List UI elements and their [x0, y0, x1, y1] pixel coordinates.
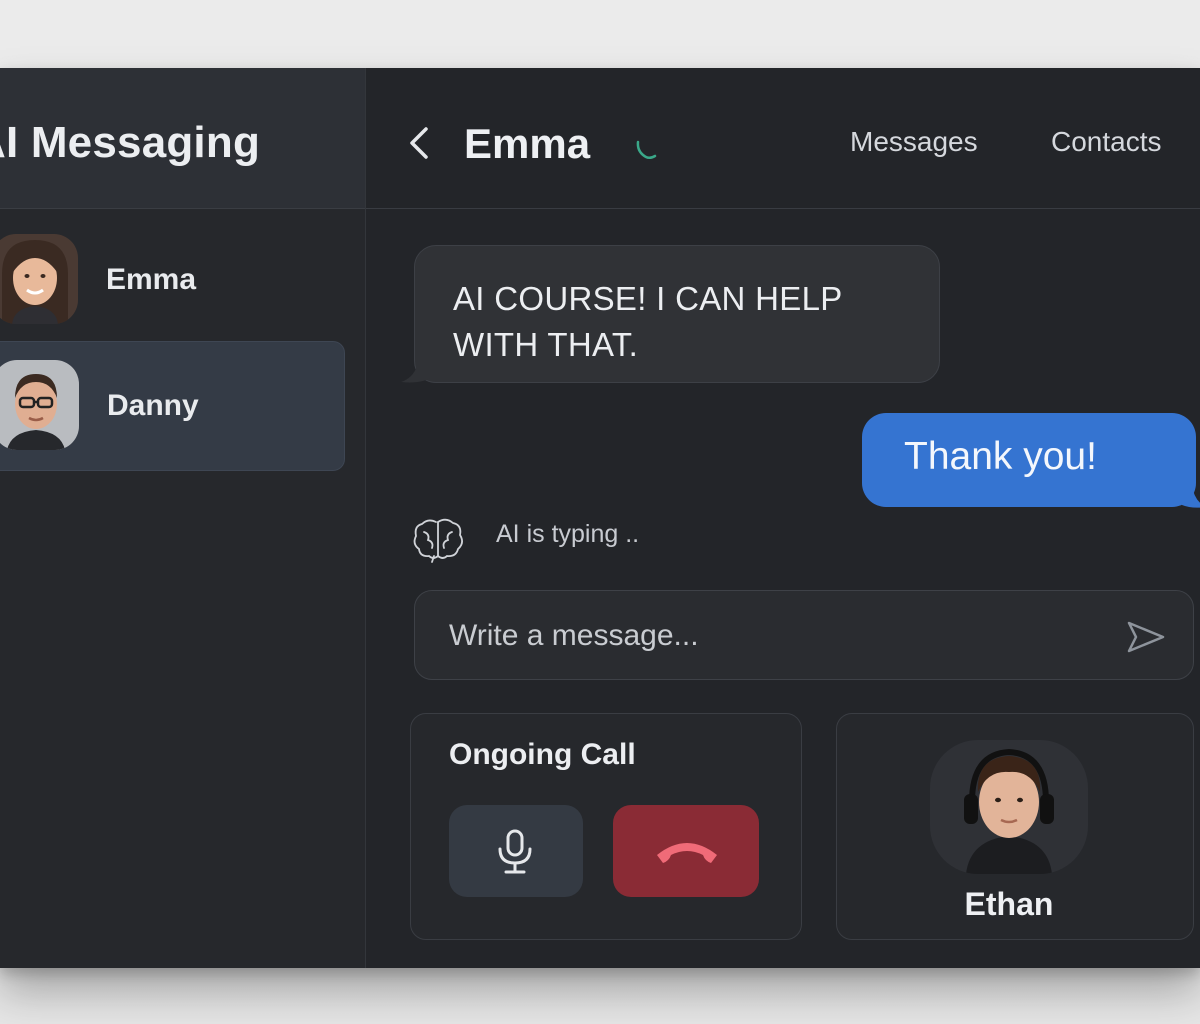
chat-panel: Emma Messages Contacts AI COURSE! I CAN … [366, 68, 1200, 968]
tab-contacts[interactable]: Contacts [1051, 126, 1162, 158]
avatar [930, 740, 1088, 874]
app-title: AI Messaging [0, 118, 261, 167]
sidebar-contact-danny[interactable]: Danny [0, 341, 345, 471]
phone-icon [636, 140, 657, 160]
sidebar: AI Messaging Emma Danny [0, 68, 366, 968]
call-participant-card: Ethan [836, 713, 1194, 940]
ongoing-call-card: Ongoing Call [410, 713, 802, 940]
bubble-tail [1182, 485, 1200, 508]
back-chevron-icon[interactable] [406, 126, 432, 160]
sidebar-header: AI Messaging [0, 68, 365, 209]
incoming-message-bubble: AI COURSE! I CAN HELP WITH THAT. [401, 245, 940, 383]
tab-messages[interactable]: Messages [850, 126, 978, 158]
participant-name: Ethan [964, 886, 1054, 922]
mute-button[interactable] [449, 805, 583, 897]
brain-icon [413, 518, 463, 563]
chat-title: Emma [464, 120, 591, 167]
outgoing-message-text: Thank you! [904, 435, 1097, 478]
send-icon[interactable] [1125, 619, 1167, 655]
chat-header: Emma Messages Contacts [366, 68, 1200, 209]
incoming-message-text: AI COURSE! I CAN HELP WITH THAT. [453, 280, 842, 363]
avatar [0, 360, 79, 450]
bubble-tail [401, 356, 431, 383]
microphone-icon [498, 829, 532, 874]
contact-name: Danny [107, 389, 199, 422]
hang-up-button[interactable] [613, 805, 759, 897]
outgoing-message-bubble: Thank you! [862, 413, 1200, 508]
contact-name: Emma [106, 263, 197, 296]
message-composer [414, 590, 1194, 680]
call-title: Ongoing Call [449, 738, 636, 771]
hangup-phone-icon [657, 843, 717, 863]
avatar [0, 234, 78, 324]
typing-indicator: AI is typing .. [496, 520, 640, 548]
sidebar-contact-emma[interactable]: Emma [0, 216, 343, 344]
message-input[interactable] [447, 613, 1091, 659]
app-window: AI Messaging Emma Danny Emma Messages Co… [0, 68, 1200, 968]
